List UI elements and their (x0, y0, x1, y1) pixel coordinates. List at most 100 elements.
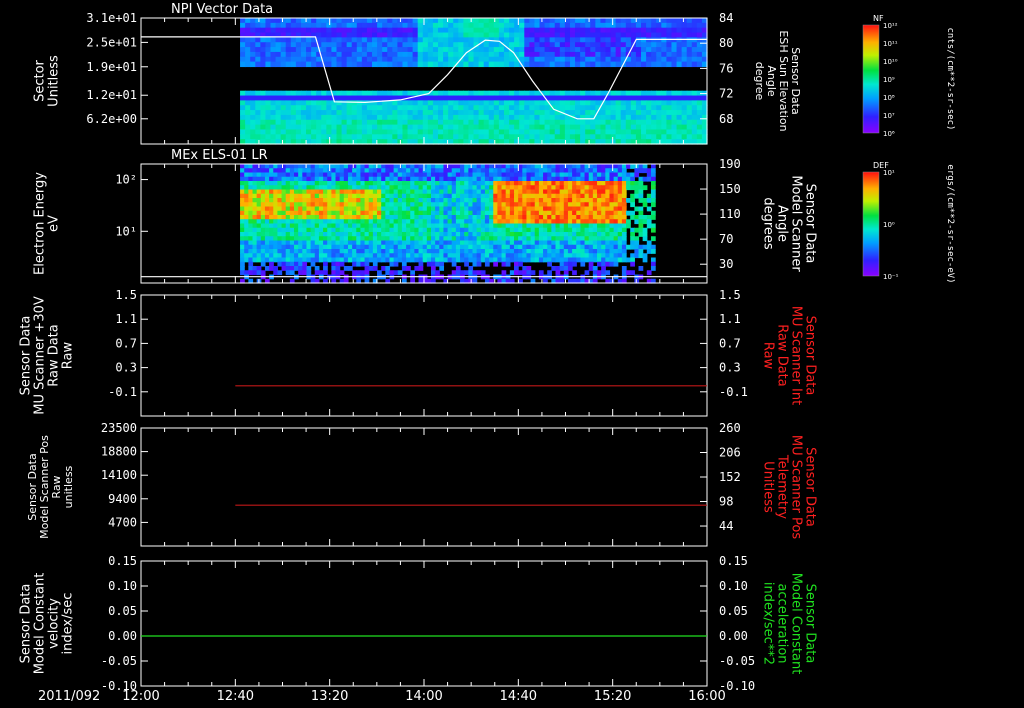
spectrogram-cell (430, 219, 436, 225)
spectrogram-cell (318, 164, 324, 169)
spectrogram-cell (610, 90, 617, 97)
spectrogram-cell (302, 240, 308, 246)
spectrogram-cell (617, 257, 623, 263)
spectrogram-cell (318, 244, 324, 250)
spectrogram-cell (285, 22, 292, 29)
spectrogram-cell (472, 198, 478, 203)
spectrogram-cell (605, 47, 612, 53)
spectrogram-cell (651, 51, 657, 58)
spectrogram-cell (547, 270, 552, 276)
spectrogram-cell (260, 90, 267, 97)
spectrogram-cell (339, 189, 345, 195)
spectrogram-cell (295, 56, 302, 63)
spectrogram-cell (432, 110, 439, 116)
spectrogram-cell (493, 129, 500, 135)
spectrogram-cell (346, 22, 353, 29)
spectrogram-cell (426, 189, 432, 195)
spectrogram-cell (605, 257, 611, 263)
spectrogram-cell (280, 47, 287, 53)
spectrogram-cell (554, 114, 561, 121)
spectrogram-cell (671, 119, 678, 126)
spectrogram-cell (389, 168, 395, 174)
spectrogram-cell (275, 110, 282, 116)
spectrogram-cell (352, 236, 357, 242)
spectrogram-cell (551, 253, 557, 259)
spectrogram-cell (625, 37, 632, 43)
spectrogram-cell (255, 110, 261, 116)
spectrogram-cell (306, 56, 312, 63)
spectrogram-cell (505, 227, 511, 233)
spectrogram-cell (572, 206, 577, 212)
spectrogram-cell (360, 168, 366, 174)
spectrogram-cell (544, 18, 551, 24)
spectrogram-cell (592, 219, 598, 225)
spectrogram-cell (646, 244, 652, 250)
spectrogram-cell (392, 105, 398, 111)
spectrogram-cell (248, 193, 254, 199)
spectrogram-cell (522, 236, 528, 242)
x-tick-label: 12:40 (217, 689, 254, 704)
spectrogram-cell (534, 223, 540, 229)
spectrogram-cell (617, 244, 623, 250)
spectrogram-cell (298, 164, 303, 169)
spectrogram-cell (468, 232, 474, 237)
x-tick-label: 13:20 (311, 689, 348, 704)
spectrogram-cell (472, 261, 478, 267)
spectrogram-cell (437, 105, 444, 111)
spectrogram-cell (588, 253, 594, 259)
spectrogram-cell (567, 185, 573, 191)
spectrogram-cell (497, 215, 503, 220)
spectrogram-cell (543, 223, 548, 229)
spectrogram-cell (518, 206, 523, 212)
spectrogram-cell (451, 270, 457, 276)
spectrogram-cell (372, 90, 378, 97)
spectrogram-cell (285, 249, 291, 254)
spectrogram-cell (443, 249, 449, 254)
spectrogram-cell (351, 134, 358, 140)
spectrogram-cell (534, 172, 540, 178)
spectrogram-cell (656, 90, 662, 97)
spectrogram-cell (498, 22, 505, 29)
spectrogram-cell (368, 185, 374, 191)
spectrogram-cell (554, 18, 561, 24)
spectrogram-cell (564, 61, 571, 68)
spectrogram-cell (630, 119, 637, 126)
spectrogram-cell (310, 240, 316, 246)
spectrogram-cell (366, 47, 373, 53)
spectrogram-cell (488, 42, 495, 48)
spectrogram-cell (676, 90, 683, 97)
spectrogram-cell (401, 185, 407, 191)
spectrogram-cell (422, 95, 429, 101)
spectrogram-cell (572, 270, 577, 276)
spectrogram-cell (576, 219, 582, 225)
spectrogram-cell (519, 51, 525, 58)
spectrogram-cell (484, 206, 490, 212)
spectrogram-cell (605, 198, 611, 203)
spectrogram-cell (543, 249, 548, 254)
spectrogram-cell (306, 27, 312, 34)
spectrogram-cell (575, 134, 581, 140)
spectrogram-cell (621, 270, 627, 276)
spectrogram-cell (539, 129, 546, 135)
spectrogram-cell (661, 119, 667, 126)
spectrogram-cell (410, 176, 415, 182)
spectrogram-cell (671, 95, 678, 101)
spectrogram-cell (401, 176, 407, 182)
spectrogram-cell (294, 223, 299, 229)
spectrogram-cell (505, 202, 511, 208)
spectrogram-cell (696, 105, 703, 111)
spectrogram-cell (435, 227, 440, 233)
spectrogram-cell (544, 51, 551, 58)
spectrogram-cell (270, 134, 277, 140)
spectrogram-cell (472, 176, 478, 182)
spectrogram-cell (580, 232, 586, 237)
spectrogram-cell (306, 198, 312, 203)
right-y-tick-label: 76 (719, 61, 733, 75)
spectrogram-cell (323, 244, 328, 250)
spectrogram-cell (476, 185, 482, 191)
spectrogram-cell (447, 198, 453, 203)
spectrogram-cell (555, 223, 561, 229)
spectrogram-cell (306, 227, 312, 233)
spectrogram-cell (300, 47, 307, 53)
spectrogram-cell (559, 181, 565, 186)
